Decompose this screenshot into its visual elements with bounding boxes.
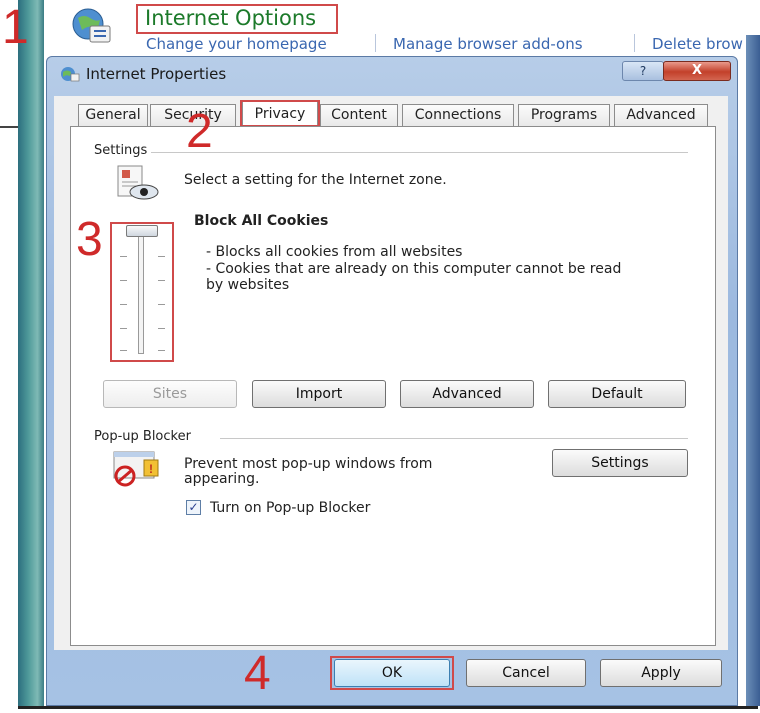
step-number-4: 4 xyxy=(244,647,271,700)
step-number-3: 3 xyxy=(76,213,103,266)
desktop-right-strip xyxy=(746,35,760,706)
slider-tick xyxy=(158,280,165,281)
slider-tick xyxy=(158,350,165,351)
sites-button[interactable]: Sites xyxy=(103,380,237,408)
link-separator xyxy=(634,34,635,52)
popup-blocker-icon: ! xyxy=(113,451,159,487)
privacy-tab-highlight xyxy=(240,100,320,127)
change-homepage-link[interactable]: Change your homepage xyxy=(146,35,327,53)
popup-description: Prevent most pop-up windows from xyxy=(184,456,433,472)
close-button[interactable]: X xyxy=(663,61,731,81)
internet-options-icon[interactable] xyxy=(70,6,114,46)
left-tick-mark xyxy=(0,126,18,128)
privacy-slider-track[interactable] xyxy=(138,232,144,354)
slider-tick xyxy=(120,256,127,257)
privacy-desc-line: by websites xyxy=(206,277,290,293)
slider-tick xyxy=(158,304,165,305)
bottom-border xyxy=(18,706,758,709)
desktop-sidebar-strip xyxy=(18,0,44,706)
link-separator xyxy=(375,34,376,52)
privacy-slider-thumb[interactable] xyxy=(126,225,158,237)
tab-advanced[interactable]: Advanced xyxy=(614,104,708,126)
slider-tick xyxy=(158,328,165,329)
slider-tick xyxy=(120,280,127,281)
manage-addons-link[interactable]: Manage browser add-ons xyxy=(393,35,583,53)
popup-group-label: Pop-up Blocker xyxy=(94,429,195,444)
slider-tick xyxy=(120,350,127,351)
popup-settings-button[interactable]: Settings xyxy=(552,449,688,477)
internet-options-title[interactable]: Internet Options xyxy=(145,6,316,30)
privacy-desc-line: - Cookies that are already on this compu… xyxy=(206,261,622,277)
settings-group-label: Settings xyxy=(94,143,152,158)
svg-text:!: ! xyxy=(149,462,153,476)
cancel-button[interactable]: Cancel xyxy=(466,659,586,687)
step-number-2: 2 xyxy=(186,105,213,158)
popup-group-line xyxy=(220,438,688,439)
tab-programs[interactable]: Programs xyxy=(518,104,610,126)
zone-instruction: Select a setting for the Internet zone. xyxy=(184,172,447,188)
delete-browsing-link[interactable]: Delete brow xyxy=(652,35,743,53)
popup-blocker-label[interactable]: Turn on Pop-up Blocker xyxy=(210,500,370,516)
internet-properties-icon xyxy=(61,67,80,82)
ok-button[interactable]: OK xyxy=(334,659,450,687)
popup-description: appearing. xyxy=(184,471,260,487)
import-button[interactable]: Import xyxy=(252,380,386,408)
step-number-1: 1 xyxy=(2,1,29,54)
settings-group-line xyxy=(140,152,688,153)
advanced-button[interactable]: Advanced xyxy=(400,380,534,408)
slider-tick xyxy=(120,304,127,305)
help-button[interactable]: ? xyxy=(622,61,664,81)
tab-general[interactable]: General xyxy=(78,104,148,126)
popup-blocker-checkbox[interactable]: ✓ xyxy=(186,500,201,515)
slider-tick xyxy=(158,256,165,257)
slider-tick xyxy=(120,328,127,329)
privacy-desc-line: - Blocks all cookies from all websites xyxy=(206,244,463,260)
apply-button[interactable]: Apply xyxy=(600,659,722,687)
tab-connections[interactable]: Connections xyxy=(402,104,514,126)
dialog-title: Internet Properties xyxy=(86,65,227,83)
default-button[interactable]: Default xyxy=(548,380,686,408)
tab-content[interactable]: Content xyxy=(320,104,398,126)
privacy-level-title: Block All Cookies xyxy=(194,213,329,229)
privacy-zone-icon xyxy=(117,165,159,200)
